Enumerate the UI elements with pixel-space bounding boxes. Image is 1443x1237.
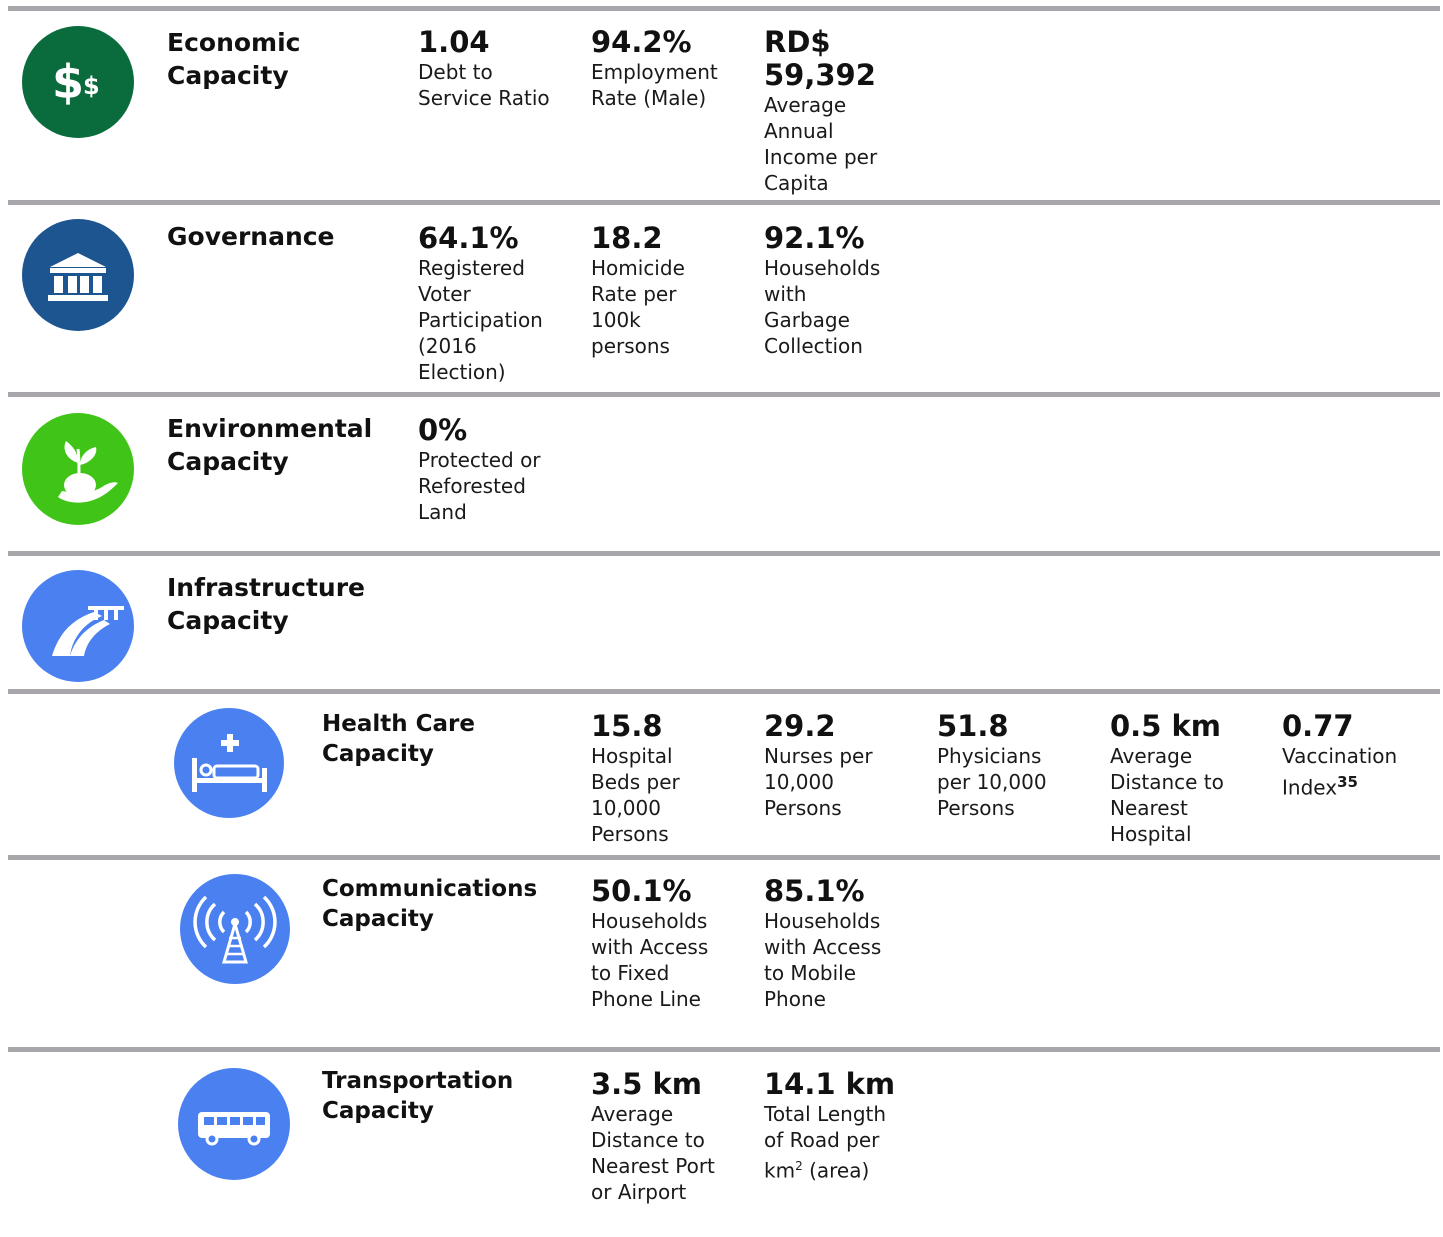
superscript: 2 — [795, 1159, 803, 1173]
hand-with-plant-icon — [22, 413, 134, 525]
stat-description: Registered Voter Participation (2016 Ele… — [418, 256, 543, 384]
road-bridge-icon — [22, 570, 134, 682]
section-title-transportation: Transportation Capacity — [322, 1068, 514, 1124]
stat-average-income: RD$ 59,392 Average Annual Income per Cap… — [764, 26, 929, 196]
stat-description: Physicians per 10,000 Persons — [937, 744, 1047, 820]
bus-icon — [178, 1068, 290, 1180]
section-divider — [8, 392, 1440, 397]
stat-value: 64.1% — [418, 221, 519, 255]
stat-value: 29.2 — [764, 709, 836, 743]
hospital-bed-icon — [174, 708, 284, 818]
stat-homicide-rate: 18.2 Homicide Rate per 100k persons — [591, 222, 756, 359]
stat-physicians: 51.8 Physicians per 10,000 Persons — [937, 710, 1102, 821]
stat-voter-participation: 64.1% Registered Voter Participation (20… — [418, 222, 583, 385]
stat-description: Total Length of Road per km2 (area) — [764, 1101, 934, 1184]
section-title-infrastructure: Infrastructure Capacity — [167, 573, 365, 635]
stat-value: 0.5 km — [1110, 709, 1221, 743]
section-divider — [8, 551, 1440, 556]
stat-hospital-beds: 15.8 Hospital Beds per 10,000 Persons — [591, 710, 756, 847]
stat-description: Households with Access to Fixed Phone Li… — [591, 909, 709, 1011]
stat-description: Debt to Service Ratio — [418, 60, 550, 110]
section-title-economic: Economic Capacity — [167, 28, 301, 90]
footnote-reference: 35 — [1337, 773, 1358, 791]
stat-value: 0.77 — [1282, 709, 1354, 743]
stat-value: 15.8 — [591, 709, 663, 743]
stat-value: 14.1 km — [764, 1067, 896, 1101]
stat-value: 92.1% — [764, 221, 865, 255]
stat-protected-land: 0% Protected or Reforested Land — [418, 414, 583, 525]
stat-description-text: Vaccination Index — [1282, 744, 1398, 800]
section-divider — [8, 1047, 1440, 1052]
stat-employment-rate: 94.2% Employment Rate (Male) — [591, 26, 756, 111]
section-divider — [8, 200, 1440, 205]
stat-value: 51.8 — [937, 709, 1009, 743]
stat-description-suffix: (area) — [802, 1158, 870, 1183]
section-title-communications: Communications Capacity — [322, 876, 538, 932]
stat-mobile-phone: 85.1% Households with Access to Mobile P… — [764, 875, 929, 1012]
stat-fixed-phone: 50.1% Households with Access to Fixed Ph… — [591, 875, 756, 1012]
stat-nurses: 29.2 Nurses per 10,000 Persons — [764, 710, 929, 821]
stat-road-length: 14.1 km Total Length of Road per km2 (ar… — [764, 1068, 934, 1184]
stat-value: RD$ 59,392 — [764, 25, 876, 92]
stat-description: Protected or Reforested Land — [418, 448, 541, 524]
stat-value: 94.2% — [591, 25, 692, 59]
stat-value: 1.04 — [418, 25, 490, 59]
section-title-environmental: Environmental Capacity — [167, 414, 373, 476]
stat-value: 18.2 — [591, 221, 663, 255]
section-divider — [8, 6, 1440, 11]
stat-debt-service-ratio: 1.04 Debt to Service Ratio — [418, 26, 583, 111]
section-title-health-care: Health Care Capacity — [322, 711, 475, 767]
stat-value: 0% — [418, 413, 468, 447]
government-building-icon — [22, 219, 134, 331]
stat-vaccination-index: 0.77 Vaccination Index35 — [1282, 710, 1440, 801]
stat-description: Nurses per 10,000 Persons — [764, 744, 873, 820]
stat-garbage-collection: 92.1% Households with Garbage Collection — [764, 222, 929, 359]
stat-description: Hospital Beds per 10,000 Persons — [591, 744, 680, 846]
stat-description: Households with Garbage Collection — [764, 256, 881, 358]
svg-text:$: $ — [52, 55, 84, 109]
section-divider — [8, 689, 1440, 694]
stat-description: Vaccination Index35 — [1282, 743, 1440, 801]
stat-distance-hospital: 0.5 km Average Distance to Nearest Hospi… — [1110, 710, 1275, 847]
stat-description: Average Annual Income per Capita — [764, 93, 878, 195]
stat-description: Average Distance to Nearest Hospital — [1110, 744, 1224, 846]
radio-tower-icon — [180, 874, 290, 984]
dollar-sign-icon: $ $ — [22, 26, 134, 138]
svg-text:$: $ — [83, 72, 100, 100]
stat-distance-port: 3.5 km Average Distance to Nearest Port … — [591, 1068, 756, 1205]
stat-description: Households with Access to Mobile Phone — [764, 909, 882, 1011]
stat-value: 3.5 km — [591, 1067, 702, 1101]
stat-description: Average Distance to Nearest Port or Airp… — [591, 1102, 715, 1204]
stat-description: Homicide Rate per 100k persons — [591, 256, 685, 358]
stat-value: 85.1% — [764, 874, 865, 908]
stat-description: Employment Rate (Male) — [591, 60, 718, 110]
section-divider — [8, 855, 1440, 860]
section-title-governance: Governance — [167, 222, 335, 251]
stat-value: 50.1% — [591, 874, 692, 908]
